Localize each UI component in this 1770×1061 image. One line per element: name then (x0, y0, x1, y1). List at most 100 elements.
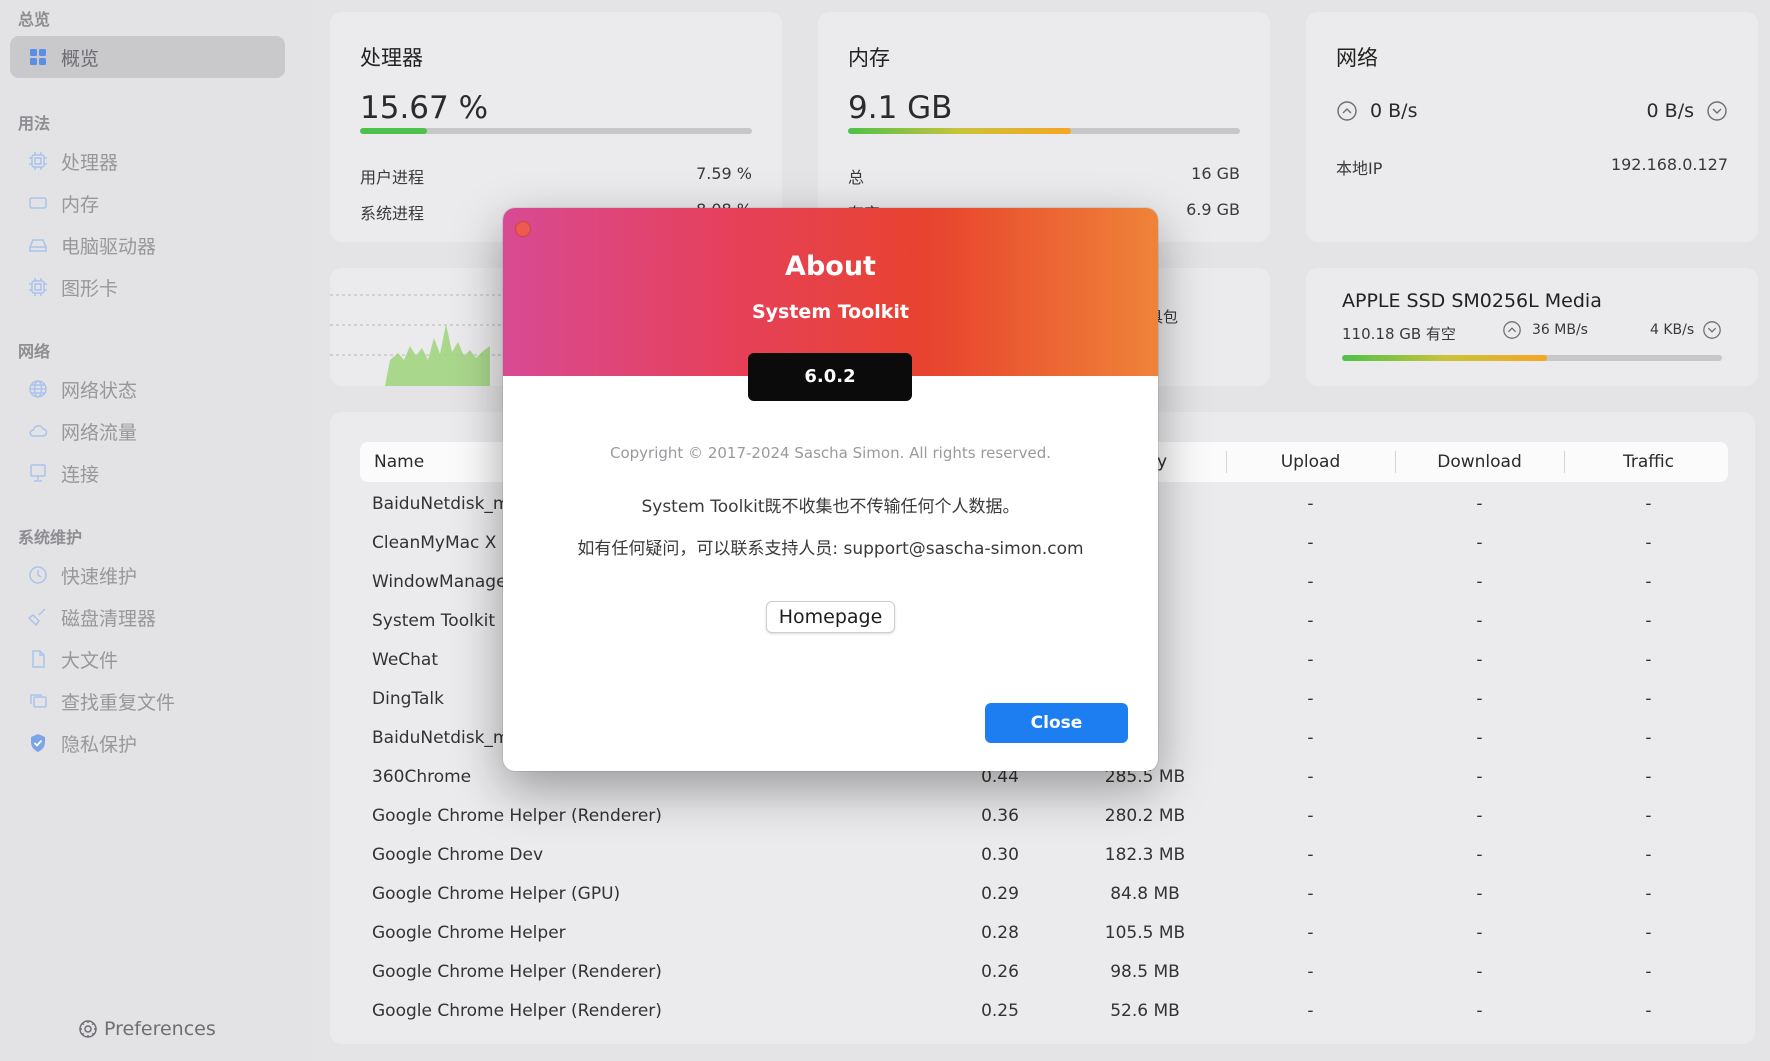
cell-memory: 84.8 MB (1110, 884, 1180, 904)
file-icon (27, 648, 49, 670)
column-header-download[interactable]: Download (1395, 442, 1564, 482)
cell-upload: - (1307, 650, 1314, 670)
cell-download: - (1476, 650, 1483, 670)
cell-traffic: - (1645, 962, 1652, 982)
monitor-icon (27, 462, 49, 484)
cell-traffic: - (1645, 806, 1652, 826)
disk-free: 110.18 GB 有空 (1342, 325, 1456, 343)
cell-download: - (1476, 962, 1483, 982)
cell-memory: 52.6 MB (1110, 1001, 1180, 1021)
sidebar-item-disk-cleaner[interactable]: 磁盘清理器 (10, 596, 285, 638)
cell-upload: - (1307, 611, 1314, 631)
sidebar-item-network-status[interactable]: 网络状态 (10, 368, 285, 410)
cell-traffic: - (1645, 494, 1652, 514)
network-download: 0 B/s (1647, 100, 1728, 122)
table-row[interactable]: Google Chrome Helper (Renderer) 0.26 98.5 … (360, 953, 1728, 992)
cell-traffic: - (1645, 689, 1652, 709)
column-header-name[interactable]: Name (374, 442, 424, 482)
preferences-button[interactable]: Preferences (78, 1018, 216, 1040)
sidebar-item-network-traffic[interactable]: 网络流量 (10, 410, 285, 452)
cell-download: - (1476, 1001, 1483, 1021)
cell-memory: 105.5 MB (1104, 923, 1186, 943)
cell-memory: 98.5 MB (1110, 962, 1180, 982)
cell-memory: 182.3 MB (1104, 845, 1186, 865)
disk-write-icon (1703, 321, 1721, 339)
sidebar-item-label: 连接 (61, 463, 100, 486)
table-row[interactable]: Google Chrome Helper (GPU) 0.29 84.8 MB - - - (360, 875, 1728, 914)
network-upload-value: 0 B/s (1370, 100, 1418, 122)
cell-download: - (1476, 533, 1483, 553)
column-header-traffic[interactable]: Traffic (1564, 442, 1733, 482)
homepage-button[interactable]: Homepage (766, 601, 895, 633)
table-row[interactable]: Google Chrome Helper (Renderer) 0.36 280.2… (360, 797, 1728, 836)
sidebar-item-label: 网络流量 (61, 421, 138, 444)
cell-name: Google Chrome Helper (Renderer) (372, 962, 662, 982)
disk-usage-bar-fill (1342, 355, 1548, 361)
cpu-usage-bar (360, 128, 752, 134)
sidebar-item-connections[interactable]: 连接 (10, 452, 285, 494)
sidebar-item-label: 电脑驱动器 (61, 235, 157, 258)
shield-icon (27, 732, 49, 754)
sidebar-item-label: 快速维护 (61, 565, 138, 588)
sidebar-item-label: 查找重复文件 (61, 691, 176, 714)
cell-upload: - (1307, 533, 1314, 553)
cell-upload: - (1307, 845, 1314, 865)
sidebar-item-memory[interactable]: 内存 (10, 182, 285, 224)
globe-icon (27, 378, 49, 400)
sidebar-item-cpu[interactable]: 处理器 (10, 140, 285, 182)
cell-cpu: 0.36 (981, 806, 1019, 826)
memory-total-value: 16 GB (1191, 164, 1240, 183)
sidebar-item-label: 网络状态 (61, 379, 138, 402)
disk-usage-bar (1342, 355, 1722, 361)
cell-upload: - (1307, 572, 1314, 592)
cell-download: - (1476, 923, 1483, 943)
cell-upload: - (1307, 923, 1314, 943)
cell-name: Google Chrome Helper (372, 923, 566, 943)
close-button[interactable]: Close (985, 703, 1128, 743)
cell-download: - (1476, 728, 1483, 748)
sidebar-item-gpu[interactable]: 图形卡 (10, 266, 285, 308)
preferences-label: Preferences (104, 1018, 216, 1040)
cell-download: - (1476, 884, 1483, 904)
cpu-user-row: 用户进程 7.59 % (360, 164, 752, 188)
upload-arrow-icon (1337, 101, 1357, 121)
disk-read-value: 36 MB/s (1532, 322, 1588, 338)
cell-traffic: - (1645, 1001, 1652, 1021)
column-header-upload[interactable]: Upload (1226, 442, 1395, 482)
cell-traffic: - (1645, 884, 1652, 904)
sidebar-item-quick-maintenance[interactable]: 快速维护 (10, 554, 285, 596)
sidebar-section-network: 网络 (18, 342, 51, 361)
cell-cpu: 0.26 (981, 962, 1019, 982)
sidebar-item-overview[interactable]: 概览 (10, 36, 285, 78)
sidebar-item-duplicate-finder[interactable]: 查找重复文件 (10, 680, 285, 722)
table-row[interactable]: Google Chrome Helper (Renderer) 0.25 52.6 … (360, 992, 1728, 1031)
sidebar-item-label: 处理器 (61, 151, 119, 174)
cell-download: - (1476, 767, 1483, 787)
cell-memory: 280.2 MB (1104, 806, 1186, 826)
window-close-button[interactable] (515, 221, 531, 237)
cell-upload: - (1307, 494, 1314, 514)
cell-name: Google Chrome Helper (Renderer) (372, 806, 662, 826)
sidebar-item-drives[interactable]: 电脑驱动器 (10, 224, 285, 266)
cloud-icon (27, 420, 49, 442)
network-download-value: 0 B/s (1646, 100, 1694, 122)
privacy-text: System Toolkit既不收集也不传输任何个人数据。 (641, 497, 1020, 517)
sidebar-item-label: 磁盘清理器 (61, 607, 157, 630)
network-ip-label: 本地IP (1336, 159, 1383, 178)
network-title: 网络 (1336, 46, 1378, 70)
cell-traffic: - (1645, 728, 1652, 748)
cell-upload: - (1307, 728, 1314, 748)
cell-cpu: 0.29 (981, 884, 1019, 904)
sidebar-section-usage: 用法 (18, 114, 51, 133)
copyright-text: Copyright © 2017-2024 Sascha Simon. All … (610, 444, 1051, 462)
cell-download: - (1476, 494, 1483, 514)
about-dialog-header: About System Toolkit (503, 208, 1158, 376)
cell-upload: - (1307, 884, 1314, 904)
disk-read-icon (1503, 321, 1521, 339)
table-row[interactable]: Google Chrome Dev 0.30 182.3 MB - - - (360, 836, 1728, 875)
memory-free-value: 6.9 GB (1186, 200, 1240, 219)
memory-usage-value: 9.1 GB (848, 90, 953, 126)
sidebar-item-privacy[interactable]: 隐私保护 (10, 722, 285, 764)
sidebar-item-large-files[interactable]: 大文件 (10, 638, 285, 680)
table-row[interactable]: Google Chrome Helper 0.28 105.5 MB - - - (360, 914, 1728, 953)
